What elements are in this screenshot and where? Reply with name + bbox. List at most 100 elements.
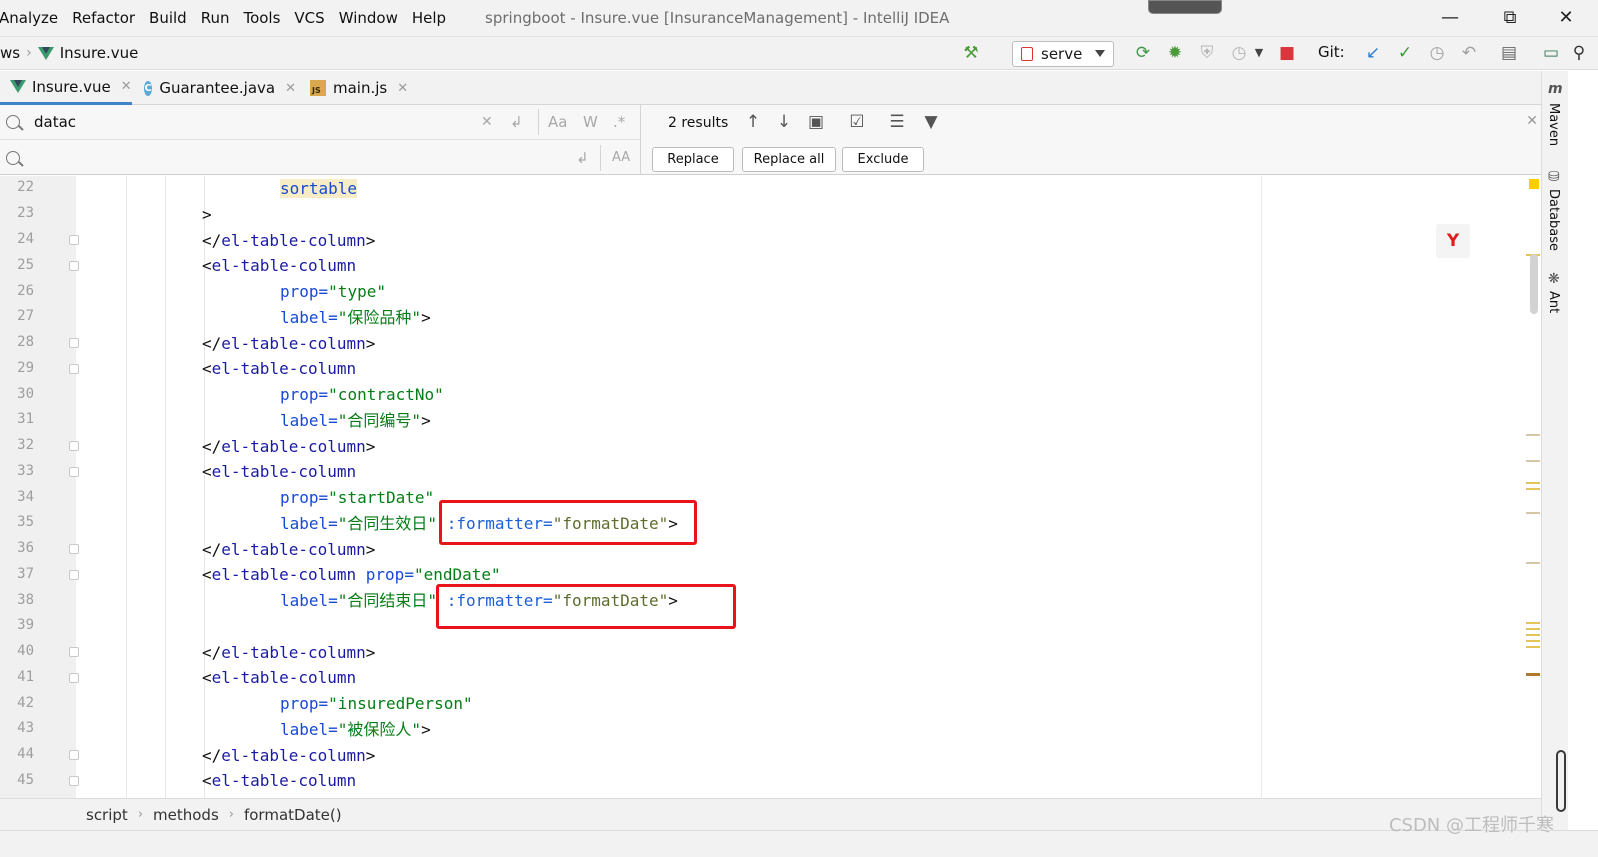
git-commit-check-icon[interactable]: ✓	[1394, 42, 1416, 64]
fold-start-marker[interactable]	[69, 467, 79, 477]
occurrence-marker[interactable]	[1526, 640, 1540, 642]
fold-start-marker[interactable]	[69, 364, 79, 374]
occurrence-marker[interactable]	[1526, 646, 1540, 648]
occurrence-marker[interactable]	[1526, 673, 1540, 676]
menu-run[interactable]: Run	[194, 9, 237, 27]
whole-words-toggle[interactable]: W	[583, 113, 598, 131]
stop-icon[interactable]: ■	[1276, 42, 1298, 64]
search-everywhere-icon[interactable]: ⚲	[1568, 42, 1590, 64]
chevron-down-icon[interactable]: ▼	[1248, 42, 1270, 64]
occurrence-marker[interactable]	[1526, 562, 1540, 564]
tab-main-js[interactable]: JS main.js ✕	[310, 71, 410, 105]
fold-end-marker[interactable]	[69, 441, 79, 451]
select-all-occurrences-icon[interactable]: ▣	[805, 111, 827, 133]
editor-scrollbar-thumb[interactable]	[1530, 254, 1538, 314]
minimize-icon[interactable]: —	[1438, 6, 1462, 30]
multiline-icon[interactable]: ☰	[886, 111, 908, 133]
replace-all-button[interactable]: Replace all	[742, 147, 836, 172]
new-line-icon[interactable]: ↲	[576, 149, 589, 167]
preserve-case-toggle[interactable]: AA	[612, 150, 630, 165]
fold-start-marker[interactable]	[69, 261, 79, 271]
fold-start-marker[interactable]	[69, 776, 79, 786]
terminal-icon[interactable]: ▭	[1540, 42, 1562, 64]
clear-search-icon[interactable]: ✕	[481, 114, 493, 130]
line-number: 22	[17, 179, 34, 195]
nav-crumb-previous[interactable]: ws	[0, 44, 20, 62]
restore-icon[interactable]: ⧉	[1498, 6, 1522, 30]
menu-vcs[interactable]: VCS	[287, 9, 331, 27]
tab-guarantee-java[interactable]: C Guarantee.java ✕	[144, 71, 296, 105]
close-icon[interactable]: ✕	[121, 79, 132, 94]
tool-window-ant[interactable]: Ant	[1546, 291, 1561, 313]
chevron-right-icon: ›	[26, 45, 32, 61]
fold-end-marker[interactable]	[69, 544, 79, 554]
occurrence-marker[interactable]	[1526, 622, 1540, 624]
replace-button[interactable]: Replace	[652, 147, 734, 172]
chevron-down-icon	[1095, 50, 1105, 57]
line-number: 36	[17, 540, 34, 556]
menu-refactor[interactable]: Refactor	[65, 9, 142, 27]
close-window-icon[interactable]: ✕	[1554, 6, 1578, 30]
right-margin-guide	[1261, 176, 1262, 798]
breadcrumb-methods[interactable]: methods	[153, 806, 219, 824]
run-configuration-select[interactable]: serve	[1012, 41, 1114, 67]
replace-input[interactable]	[34, 145, 474, 170]
inspection-widget-icon[interactable]: Y	[1436, 224, 1470, 258]
occurrence-marker[interactable]	[1526, 434, 1540, 436]
project-structure-icon[interactable]: ▤	[1498, 42, 1520, 64]
git-history-icon[interactable]: ◷	[1426, 42, 1448, 64]
menu-analyze[interactable]: Analyze	[0, 9, 65, 27]
close-icon[interactable]: ✕	[1526, 113, 1538, 129]
occurrence-marker[interactable]	[1526, 634, 1540, 636]
fold-end-marker[interactable]	[69, 647, 79, 657]
build-hammer-icon[interactable]: ⚒	[960, 42, 982, 64]
new-line-icon[interactable]: ↲	[510, 113, 523, 131]
close-icon[interactable]: ✕	[397, 81, 408, 96]
fold-start-marker[interactable]	[69, 673, 79, 683]
occurrence-marker[interactable]	[1526, 488, 1540, 490]
debug-bug-icon[interactable]: ✹	[1164, 42, 1186, 64]
fold-end-marker[interactable]	[69, 750, 79, 760]
menu-help[interactable]: Help	[405, 9, 453, 27]
occurrence-marker[interactable]	[1526, 460, 1540, 462]
occurrence-marker[interactable]	[1526, 512, 1540, 514]
code-line-28: </el-table-column>	[202, 334, 376, 353]
occurrence-marker[interactable]	[1526, 628, 1540, 630]
fold-end-marker[interactable]	[69, 235, 79, 245]
tab-insure-vue[interactable]: Insure.vue ✕	[0, 71, 132, 105]
occurrence-marker[interactable]	[1526, 482, 1540, 484]
profile-icon[interactable]: ◷	[1228, 42, 1250, 64]
fold-start-marker[interactable]	[69, 570, 79, 580]
line-number: 26	[17, 283, 34, 299]
tab-label: Guarantee.java	[159, 79, 276, 97]
scroll-indicator[interactable]	[1556, 750, 1566, 812]
git-rollback-icon[interactable]: ↶	[1458, 42, 1480, 64]
analysis-status-marker[interactable]	[1529, 179, 1539, 189]
breadcrumb-script[interactable]: script	[86, 806, 128, 824]
close-icon[interactable]: ✕	[285, 81, 296, 96]
search-icon[interactable]	[6, 115, 20, 129]
search-icon[interactable]	[6, 150, 20, 165]
nav-crumb-file[interactable]: Insure.vue	[60, 44, 139, 62]
coverage-icon[interactable]: ⛨	[1196, 42, 1218, 64]
menu-window[interactable]: Window	[332, 9, 405, 27]
vue-icon	[37, 46, 54, 60]
tool-window-database[interactable]: Database	[1546, 189, 1561, 251]
next-occurrence-icon[interactable]: ↓	[773, 111, 795, 133]
code-editor[interactable]: 22 23 24 25 26 27 28 29 30 31 32 33 34 3…	[0, 176, 1540, 798]
menu-build[interactable]: Build	[142, 9, 194, 27]
regex-toggle[interactable]: .*	[613, 113, 625, 131]
git-update-icon[interactable]: ↙	[1362, 42, 1384, 64]
tool-window-maven[interactable]: Maven	[1546, 103, 1561, 146]
menu-tools[interactable]: Tools	[236, 9, 287, 27]
rerun-icon[interactable]: ⟳	[1132, 42, 1154, 64]
replace-row: ↲ AA	[0, 140, 640, 175]
in-selection-icon[interactable]: ☑	[846, 111, 868, 133]
match-case-toggle[interactable]: Aa	[548, 113, 567, 131]
fold-end-marker[interactable]	[69, 338, 79, 348]
filter-icon[interactable]: ▼	[920, 111, 942, 133]
exclude-button[interactable]: Exclude	[842, 147, 924, 172]
find-input[interactable]	[34, 110, 474, 134]
previous-occurrence-icon[interactable]: ↑	[742, 111, 764, 133]
breadcrumb-formatdate[interactable]: formatDate()	[244, 806, 342, 824]
